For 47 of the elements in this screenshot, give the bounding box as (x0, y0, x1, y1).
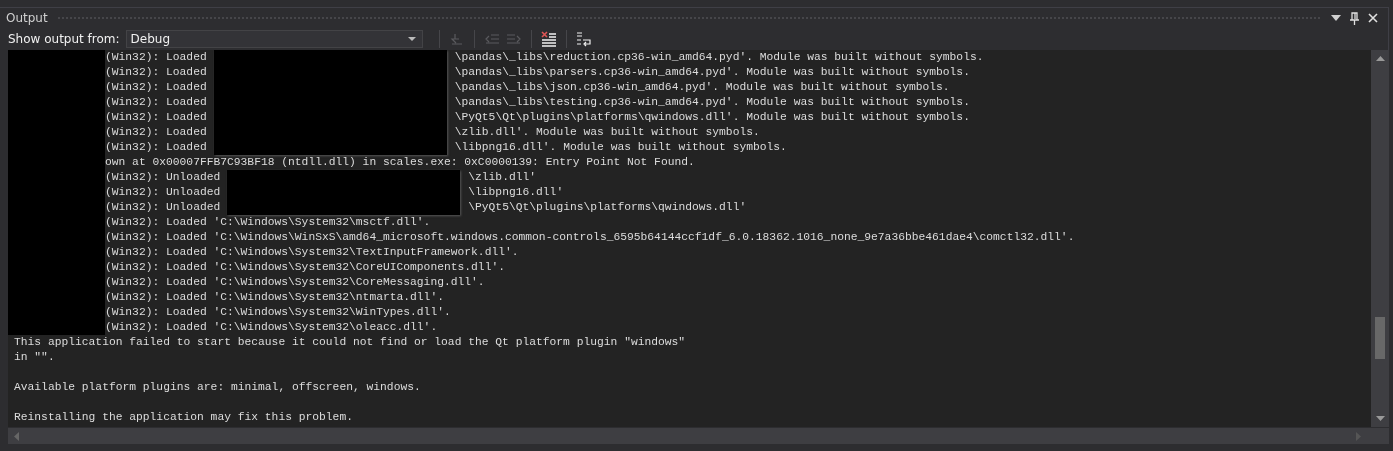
log-line-prefix: (Win32): Loaded (105, 110, 207, 125)
log-line-text: \PyQt5\Qt\plugins\platforms\qwindows.dll'. Module was built without symbols. (454, 110, 971, 125)
scroll-up-icon[interactable] (1375, 56, 1385, 61)
source-label: Show output from: (8, 32, 120, 46)
log-line: (Win32): Loaded 'C:\Windows\System32\TextInputFramework.dll'. (105, 245, 520, 260)
horizontal-scrollbar[interactable] (8, 428, 1389, 444)
log-line-prefix: (Win32): Loaded (105, 65, 207, 80)
log-line-prefix: (Win32): Unloaded (105, 200, 221, 215)
scrollbar-thumb[interactable] (1375, 317, 1385, 359)
error-message-line: Available platform plugins are: minimal, offscreen, windows. (14, 380, 422, 395)
caret-icon (407, 37, 416, 41)
close-icon[interactable] (1368, 13, 1378, 23)
log-line-prefix: (Win32): Loaded (105, 140, 207, 155)
log-line: (Win32): Loaded 'C:\Windows\System32\msctf.dll'. (105, 215, 432, 230)
log-line: (Win32): Loaded 'C:\Windows\System32\CoreUIComponents.dll'. (105, 260, 506, 275)
log-line-prefix: (Win32): Unloaded (105, 185, 221, 200)
log-line: own at 0x00007FFB7C93BF18 (ntdll.dll) in scales.exe: 0xC0000139: Entry Point Not Found. (105, 155, 696, 170)
vertical-scrollbar[interactable] (1371, 50, 1389, 427)
log-line-text: \zlib.dll'. Module was built without symbols. (454, 125, 761, 140)
log-line: (Win32): Loaded 'C:\Windows\System32\WinTypes.dll'. (105, 305, 452, 320)
panel-title: Output (6, 11, 48, 25)
log-line-prefix: (Win32): Loaded (105, 95, 207, 110)
log-line-prefix: (Win32): Unloaded (105, 170, 221, 185)
log-line-text: \libpng16.dll' (468, 185, 565, 200)
log-line-text: \pandas\_libs\parsers.cp36-win_amd64.pyd'. Module was built without symbols. (454, 65, 971, 80)
scroll-right-icon[interactable] (1356, 431, 1361, 441)
pin-icon[interactable] (1350, 11, 1359, 25)
log-line-text: \pandas\_libs\reduction.cp36-win_amd64.pyd'. Module was built without symbols. (454, 50, 984, 65)
dropdown-icon[interactable] (1331, 15, 1341, 21)
scroll-left-icon[interactable] (14, 431, 19, 441)
output-source-dropdown[interactable]: Debug (125, 30, 423, 48)
log-line: (Win32): Loaded 'C:\Windows\System32\CoreMessaging.dll'. (105, 275, 486, 290)
log-line-text: \PyQt5\Qt\plugins\platforms\qwindows.dll' (468, 200, 747, 215)
log-line-prefix: (Win32): Loaded (105, 50, 207, 65)
log-line-text: \zlib.dll' (468, 170, 538, 185)
log-line-text: \libpng16.dll'. Module was built without symbols. (454, 140, 788, 155)
log-line: (Win32): Loaded 'C:\Windows\WinSxS\amd64_microsoft.windows.common-controls_6595b64144ccf1df_6.0.18362.1016_none_9e7a36bbe461dae4\comctl32.dll'. (105, 230, 1075, 245)
scroll-down-icon[interactable] (1375, 416, 1385, 421)
log-line-text: \pandas\_libs\testing.cp36-win_amd64.pyd'. Module was built without symbols. (454, 95, 971, 110)
log-line-text: \pandas\_libs\json.cp36-win_amd64.pyd'. Module was built without symbols. (454, 80, 951, 95)
error-message-line: This application failed to start because it could not find or load the Qt platform plugin "windows" (14, 335, 687, 350)
error-message-line: in "". (14, 350, 56, 365)
error-message-line: Reinstalling the application may fix this problem. (14, 410, 354, 425)
log-line-prefix: (Win32): Loaded (105, 125, 207, 140)
log-line-prefix: (Win32): Loaded (105, 80, 207, 95)
log-line: (Win32): Loaded 'C:\Windows\System32\oleacc.dll'. (105, 320, 439, 335)
log-line: (Win32): Loaded 'C:\Windows\System32\ntmarta.dll'. (105, 290, 445, 305)
